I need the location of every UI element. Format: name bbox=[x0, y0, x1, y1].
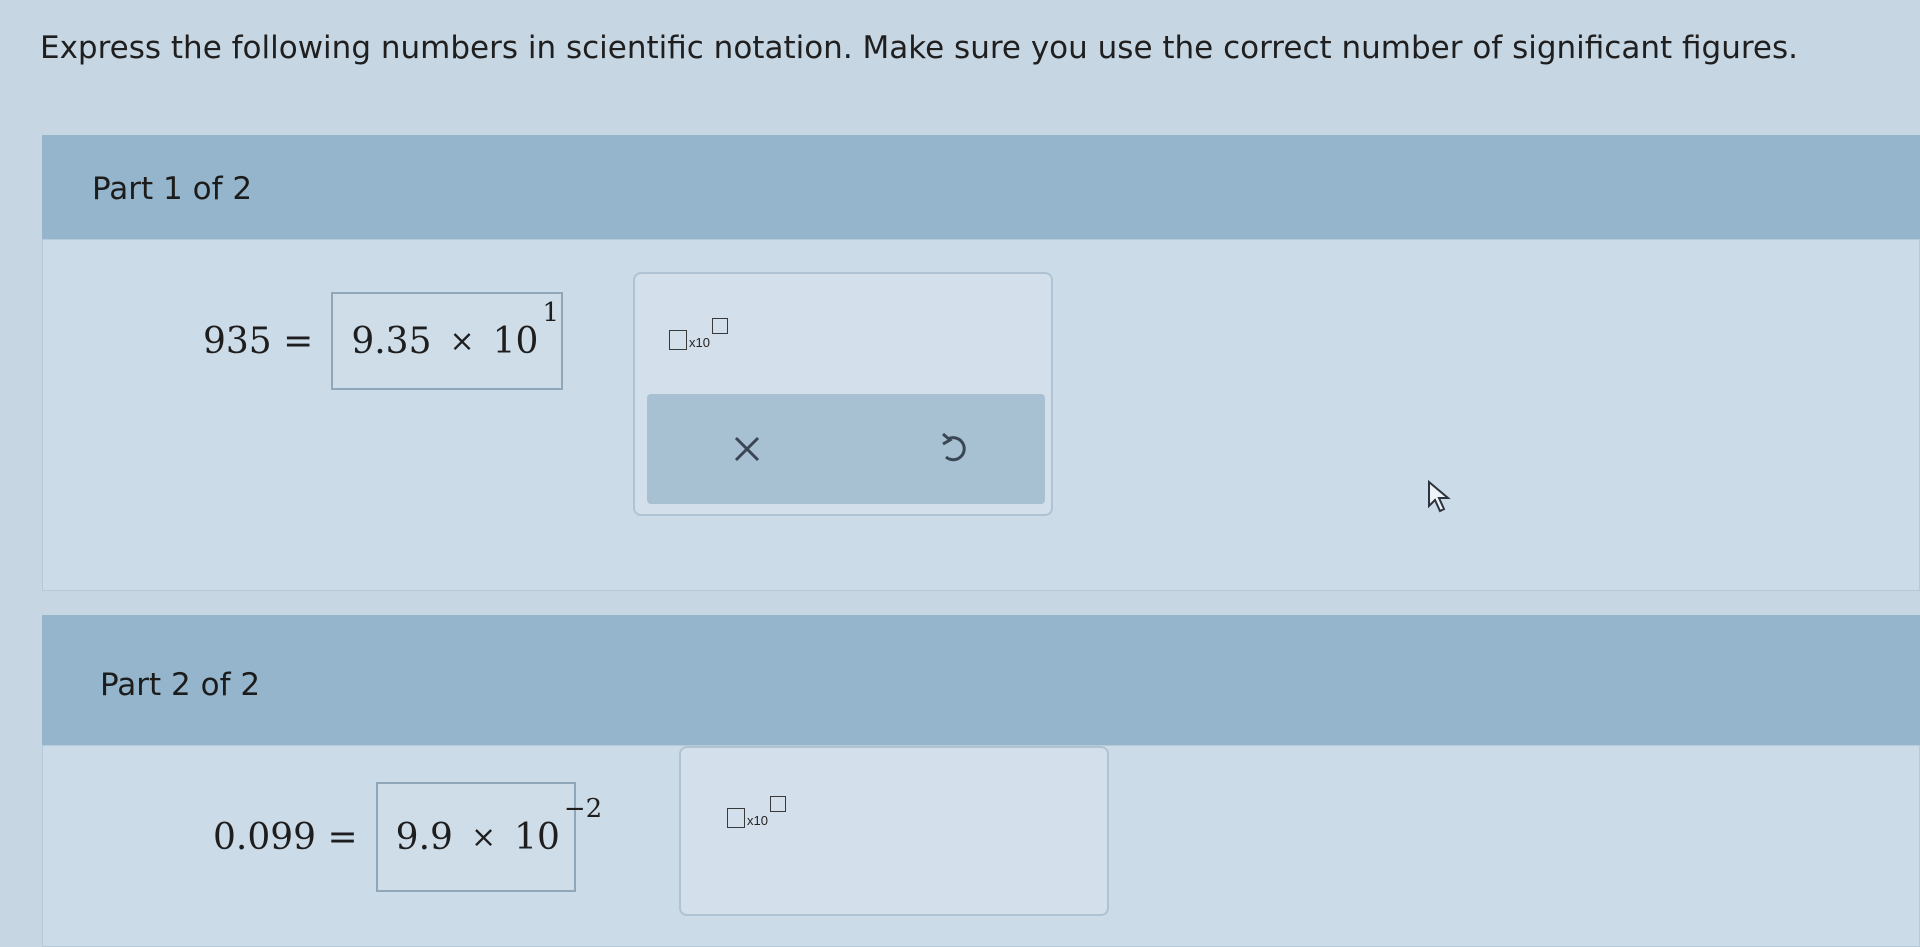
undo-icon bbox=[942, 432, 966, 462]
part-1-mantissa: 9.35 bbox=[351, 320, 432, 362]
part-1-answer-input[interactable]: 9.35 × 10 1 bbox=[331, 292, 564, 390]
template-exponent-box bbox=[769, 796, 786, 812]
instructions: Express the following numbers in scienti… bbox=[40, 30, 1798, 66]
x10-template-button[interactable]: x10 bbox=[669, 318, 728, 350]
part-1-times: × bbox=[449, 323, 475, 359]
part-1-question: 935 = bbox=[203, 320, 314, 362]
template-exponent-box bbox=[711, 318, 728, 334]
part-2-mantissa: 9.9 bbox=[395, 816, 453, 858]
part-2-equation: 0.099 = 9.9 × 10 −2 bbox=[213, 782, 602, 892]
part-1-tool-panel: x10 bbox=[633, 272, 1053, 516]
part-2-base: 10 bbox=[514, 816, 560, 858]
part-2-header: Part 2 of 2 bbox=[42, 615, 1920, 745]
part-1-action-bar bbox=[647, 394, 1045, 504]
part-2-answer-input[interactable]: 9.9 × 10 −2 bbox=[375, 782, 602, 892]
part-2-tool-panel: x10 bbox=[679, 746, 1109, 916]
part-1-exponent: 1 bbox=[542, 298, 559, 328]
part-2-title: Part 2 of 2 bbox=[100, 667, 261, 703]
part-1-header: Part 1 of 2 bbox=[42, 135, 1920, 239]
template-times-label: x10 bbox=[689, 335, 710, 350]
part-2-exponent: −2 bbox=[563, 794, 603, 824]
part-1-title: Part 1 of 2 bbox=[92, 171, 253, 207]
part-1-base: 10 bbox=[492, 320, 539, 362]
part-2-body: 0.099 = 9.9 × 10 −2 x10 bbox=[42, 745, 1920, 947]
part-1-body: 935 = 9.35 × 10 1 x10 bbox=[42, 239, 1920, 591]
part-2-times: × bbox=[470, 819, 497, 855]
x10-template-button-2[interactable]: x10 bbox=[727, 796, 786, 828]
mouse-cursor-icon bbox=[1428, 480, 1451, 513]
template-base-box bbox=[669, 330, 687, 350]
template-times-label: x10 bbox=[747, 813, 768, 828]
clear-button[interactable] bbox=[717, 419, 777, 479]
template-base-box bbox=[727, 808, 745, 828]
clear-icon bbox=[734, 436, 760, 462]
part-1-equation: 935 = 9.35 × 10 1 bbox=[203, 292, 564, 390]
part-2-question: 0.099 = bbox=[213, 816, 358, 858]
undo-button[interactable] bbox=[925, 419, 985, 479]
